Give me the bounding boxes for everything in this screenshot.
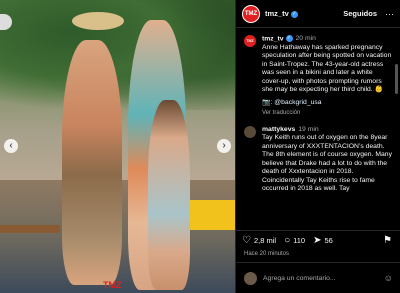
comment-count: 110 bbox=[293, 236, 306, 245]
comment-time: 19 min bbox=[298, 125, 319, 133]
like-count: 2,8 mil bbox=[253, 236, 277, 245]
comment-text: Tay Keith runs out of oxygen on the 8yea… bbox=[262, 134, 392, 193]
comment-composer: ☺ bbox=[236, 262, 400, 293]
author-username[interactable]: tmz_tv ✓ bbox=[265, 9, 298, 18]
bookmark-icon: ⚑ bbox=[383, 235, 392, 246]
prev-arrow-icon[interactable]: ‹ bbox=[4, 139, 18, 153]
post-age: Hace 20 minutos bbox=[244, 251, 290, 257]
caption-comment: TMZ tmz_tv ✓ 20 min Anne Hathaway has spar… bbox=[236, 29, 400, 118]
caption-time: 20 min bbox=[295, 35, 316, 43]
tmz-watermark: TMZ bbox=[103, 280, 122, 290]
person-left bbox=[62, 40, 122, 285]
save-button[interactable]: ⚑ bbox=[383, 235, 395, 246]
post-media[interactable]: ‹ › TMZ bbox=[0, 0, 235, 293]
comment-input[interactable] bbox=[263, 274, 384, 282]
verified-icon: ✓ bbox=[285, 35, 293, 42]
action-bar: ♡ 2,8 mil ○ 110 ➤ 56 ⚑ bbox=[236, 230, 400, 250]
next-arrow-icon[interactable]: › bbox=[217, 139, 231, 153]
viewer-avatar bbox=[244, 271, 257, 285]
photo-credit[interactable]: 📷: @backgrid_usa bbox=[262, 99, 393, 108]
sun-hat bbox=[72, 12, 124, 30]
share-icon: ➤ bbox=[313, 235, 322, 246]
commenter-avatar[interactable] bbox=[244, 125, 256, 138]
caption-text: Anne Hathaway has sparked pregnancy spec… bbox=[262, 43, 392, 94]
comments-list[interactable]: TMZ tmz_tv ✓ 20 min Anne Hathaway has spar… bbox=[236, 29, 400, 229]
comment-icon: ○ bbox=[284, 235, 291, 246]
like-button[interactable]: ♡ 2,8 mil bbox=[242, 235, 276, 246]
translate-link[interactable]: Ver traducción bbox=[262, 109, 393, 118]
yellow-cooler bbox=[190, 200, 235, 230]
child bbox=[148, 100, 190, 290]
wooden-table bbox=[0, 225, 60, 233]
commenter-username[interactable]: mattykevs bbox=[262, 126, 295, 133]
author-avatar[interactable]: TMZ bbox=[242, 4, 260, 23]
scrollbar[interactable] bbox=[395, 64, 398, 94]
author-username-text[interactable]: tmz_tv bbox=[265, 9, 289, 18]
post-panel: TMZ tmz_tv ✓ Seguidos ··· TMZ tmz_tv ✓ 20 m… bbox=[235, 0, 400, 293]
emoji-icon[interactable]: ☺ bbox=[384, 273, 393, 283]
caption-username[interactable]: tmz_tv bbox=[262, 35, 284, 42]
more-options-icon[interactable]: ··· bbox=[385, 9, 394, 19]
caption-avatar[interactable]: TMZ bbox=[244, 35, 256, 47]
list-item: mattykevs 19 min Tay Keith runs out of ox… bbox=[236, 118, 400, 194]
comment-button[interactable]: ○ 110 bbox=[284, 235, 305, 246]
share-count: 56 bbox=[324, 236, 333, 245]
post-header: TMZ tmz_tv ✓ Seguidos ··· bbox=[236, 0, 400, 28]
follow-button[interactable]: Seguidos bbox=[343, 9, 377, 18]
share-button[interactable]: ➤ 56 bbox=[313, 235, 333, 246]
verified-icon: ✓ bbox=[290, 10, 298, 18]
heart-icon: ♡ bbox=[242, 235, 251, 246]
